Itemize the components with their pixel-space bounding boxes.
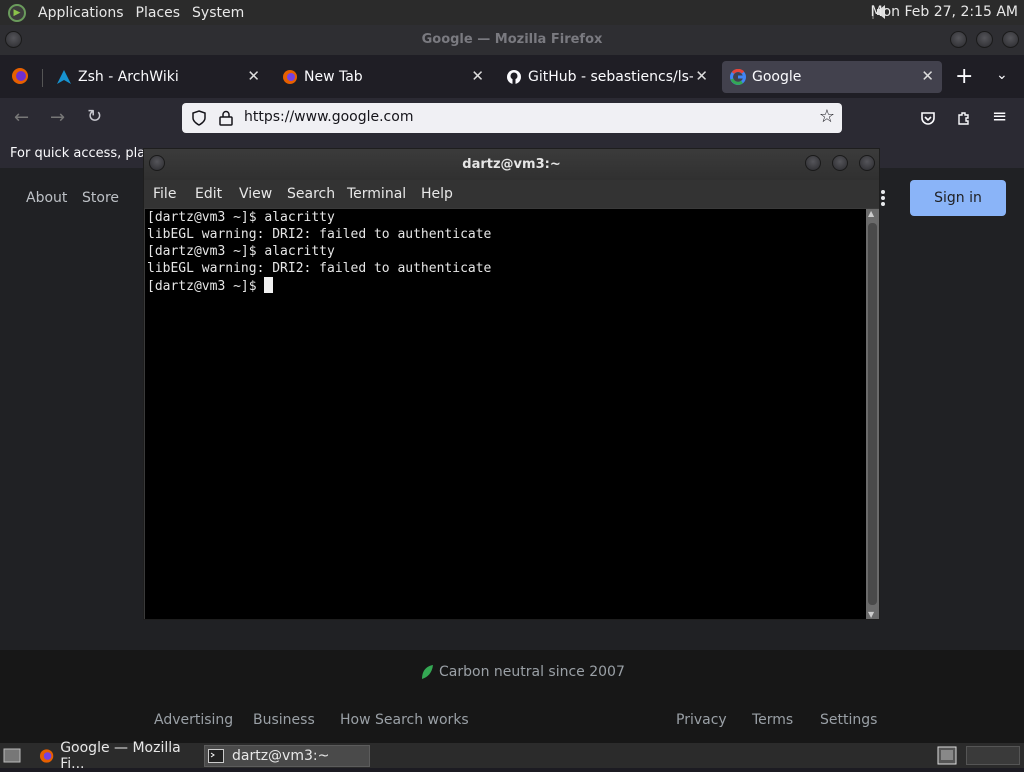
settings-link[interactable]: Settings: [820, 712, 877, 728]
close-tab-icon[interactable]: ✕: [921, 67, 934, 85]
terminal-titlebar[interactable]: dartz@vm3:~: [144, 149, 879, 180]
applications-menu[interactable]: Applications: [38, 5, 124, 21]
terminal-title: dartz@vm3:~: [462, 157, 561, 172]
places-menu[interactable]: Places: [136, 5, 181, 21]
terminal-menu[interactable]: Terminal: [347, 186, 406, 202]
terminal-line: [dartz@vm3 ~]$ alacritty: [147, 210, 335, 225]
store-link[interactable]: Store: [82, 190, 119, 206]
privacy-link[interactable]: Privacy: [676, 712, 727, 728]
carbon-neutral-link[interactable]: Carbon neutral since 2007: [420, 664, 625, 680]
tab-bar: Zsh - ArchWiki ✕ New Tab ✕ GitHub - seba…: [0, 55, 1024, 98]
terms-link[interactable]: Terms: [752, 712, 793, 728]
workspace-2[interactable]: [966, 746, 1020, 765]
firefox-titlebar: Google — Mozilla Firefox: [0, 25, 1024, 55]
leaf-icon: [422, 665, 433, 679]
taskbar-item-terminal[interactable]: dartz@vm3:~: [204, 745, 370, 767]
terminal-line: [dartz@vm3 ~]$ alacritty: [147, 244, 335, 259]
terminal-scrollbar[interactable]: ▲ ▼: [866, 209, 879, 619]
taskbar-label: dartz@vm3:~: [232, 748, 330, 764]
terminal-line: libEGL warning: DRI2: failed to authenti…: [147, 227, 492, 242]
terminal-menubar: File Edit View Search Terminal Help: [144, 180, 879, 208]
url-text[interactable]: https://www.google.com: [244, 109, 413, 125]
scrollbar-thumb[interactable]: [868, 223, 877, 605]
url-bar[interactable]: https://www.google.com ☆: [182, 103, 842, 133]
minimize-button[interactable]: [950, 31, 967, 48]
bottom-panel: Google — Mozilla Fi... dartz@vm3:~: [0, 740, 1024, 772]
taskbar-item-firefox[interactable]: Google — Mozilla Fi...: [36, 740, 202, 772]
close-tab-icon[interactable]: ✕: [695, 67, 708, 85]
tab-label: New Tab: [304, 69, 363, 85]
firefox-view-icon[interactable]: [11, 67, 29, 85]
maximize-button[interactable]: [976, 31, 993, 48]
gnome-foot-icon[interactable]: ▶: [8, 3, 26, 22]
terminal-maximize-button[interactable]: [832, 155, 848, 171]
firefox-icon: [283, 70, 297, 84]
bookmark-star-icon[interactable]: ☆: [819, 106, 835, 127]
pocket-icon[interactable]: [920, 110, 936, 126]
terminal-screen[interactable]: [dartz@vm3 ~]$ alacritty libEGL warning: …: [145, 209, 866, 619]
archwiki-icon: [57, 70, 71, 84]
terminal-line: libEGL warning: DRI2: failed to authenti…: [147, 261, 492, 276]
close-tab-icon[interactable]: ✕: [471, 67, 484, 85]
tab-label: GitHub - sebastiencs/ls-icons: [528, 69, 693, 85]
google-apps-icon[interactable]: [880, 189, 886, 207]
list-all-tabs-icon[interactable]: ⌄: [996, 67, 1008, 83]
terminal-close-button[interactable]: [859, 155, 875, 171]
terminal-prompt: [dartz@vm3 ~]$: [147, 279, 265, 294]
scroll-down-icon[interactable]: ▼: [868, 610, 874, 619]
terminal-minimize-button[interactable]: [805, 155, 821, 171]
close-tab-icon[interactable]: ✕: [247, 67, 260, 85]
sign-in-button[interactable]: Sign in: [910, 180, 1006, 216]
firefox-icon: [39, 749, 54, 763]
terminal-window[interactable]: dartz@vm3:~ File Edit View Search Termin…: [143, 148, 880, 620]
tab-google[interactable]: Google ✕: [722, 61, 942, 93]
hamburger-menu-icon[interactable]: ≡: [992, 106, 1007, 127]
new-tab-icon[interactable]: +: [955, 64, 973, 89]
carbon-text: Carbon neutral since 2007: [439, 664, 625, 680]
tab-label: Google: [752, 69, 802, 85]
bookmarks-hint: For quick access, place: [10, 146, 161, 161]
reload-icon[interactable]: ↻: [87, 106, 102, 127]
lock-icon[interactable]: [219, 110, 233, 126]
edit-menu[interactable]: Edit: [195, 186, 222, 202]
extensions-icon[interactable]: [956, 110, 972, 126]
tab-label: Zsh - ArchWiki: [78, 69, 179, 85]
help-menu[interactable]: Help: [421, 186, 453, 202]
terminal-cursor: [264, 277, 274, 293]
system-menu[interactable]: System: [192, 5, 244, 21]
taskbar-label: Google — Mozilla Fi...: [60, 740, 181, 772]
how-search-works-link[interactable]: How Search works: [340, 712, 469, 728]
search-menu[interactable]: Search: [287, 186, 335, 202]
top-panel: ▶ Applications Places System Mon Feb 27,…: [0, 0, 1024, 25]
workspace-switcher-icon[interactable]: [937, 746, 957, 765]
window-menu-button[interactable]: [5, 31, 22, 48]
close-window-button[interactable]: [1002, 31, 1019, 48]
business-link[interactable]: Business: [253, 712, 315, 728]
window-title: Google — Mozilla Firefox: [421, 32, 603, 47]
google-icon: [730, 69, 746, 85]
tab-zsh-archwiki[interactable]: Zsh - ArchWiki ✕: [48, 61, 268, 93]
back-icon[interactable]: ←: [14, 107, 29, 128]
terminal-window-menu-button[interactable]: [149, 155, 165, 171]
advertising-link[interactable]: Advertising: [154, 712, 233, 728]
file-menu[interactable]: File: [153, 186, 176, 202]
tab-github[interactable]: GitHub - sebastiencs/ls-icons ✕: [498, 61, 716, 93]
tab-new-tab[interactable]: New Tab ✕: [274, 61, 492, 93]
github-icon: [507, 70, 521, 84]
view-menu[interactable]: View: [239, 186, 272, 202]
about-link[interactable]: About: [26, 190, 67, 206]
clock[interactable]: Mon Feb 27, 2:15 AM: [871, 4, 1018, 20]
show-desktop-icon[interactable]: [3, 747, 21, 764]
scroll-up-icon[interactable]: ▲: [868, 209, 874, 218]
forward-icon[interactable]: →: [50, 107, 65, 128]
terminal-icon: [208, 749, 224, 763]
shield-icon[interactable]: [191, 110, 207, 126]
